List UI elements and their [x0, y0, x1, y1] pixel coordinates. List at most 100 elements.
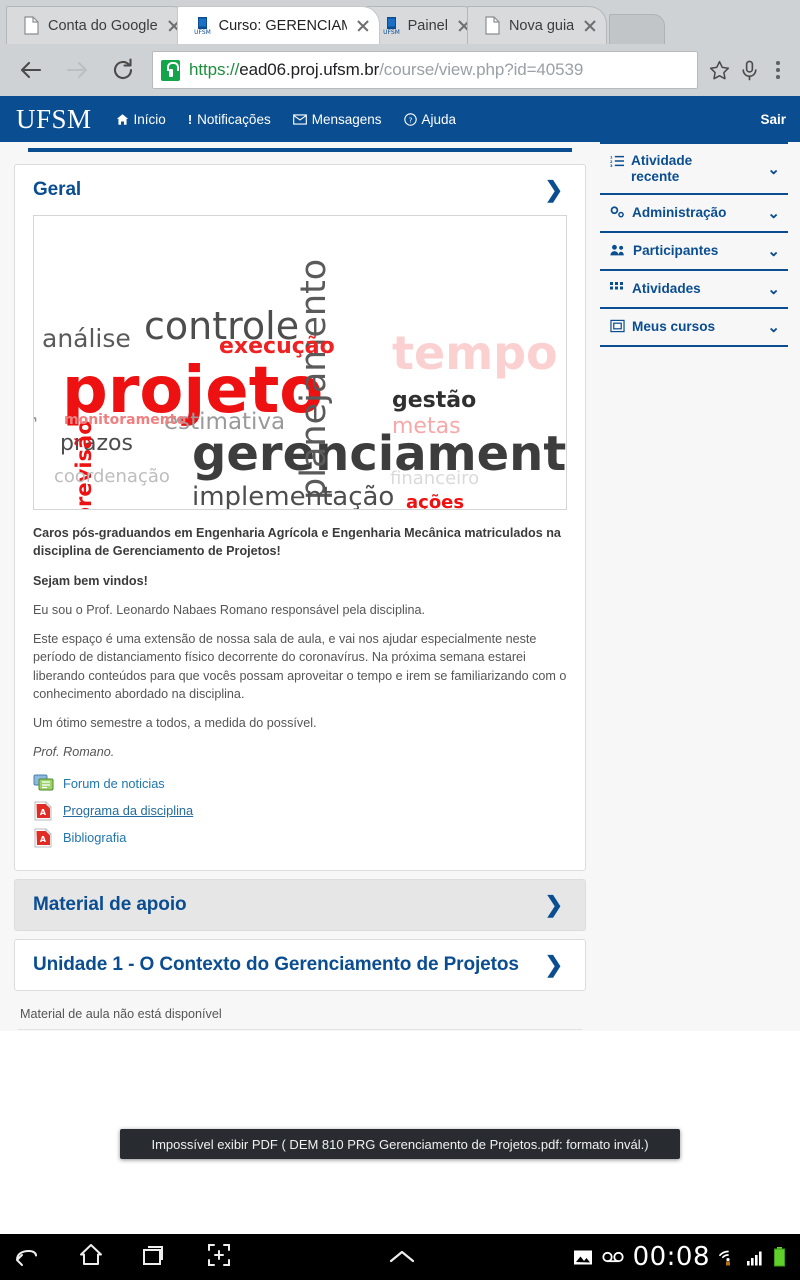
recents-icon[interactable] — [142, 1242, 168, 1273]
wordcloud-word: análise — [42, 324, 131, 353]
voicemail-icon — [601, 1251, 624, 1263]
wordcloud-word: monitoramento — [64, 412, 186, 428]
svg-text:A: A — [40, 835, 47, 844]
home-icon[interactable] — [78, 1242, 104, 1273]
nav-item-inicio[interactable]: Início — [116, 112, 166, 127]
tab-strip: Conta do Google UFSM Curso: GERENCIAM UF… — [0, 0, 800, 44]
address-bar[interactable]: https://ead06.proj.ufsm.br/course/view.p… — [152, 51, 698, 89]
section-divider-top — [28, 148, 572, 152]
section-title: Unidade 1 - O Contexto do Gerenciamento … — [33, 953, 519, 975]
tab-title: Painel — [407, 17, 448, 34]
nav-item-ajuda[interactable]: ? Ajuda — [403, 112, 456, 127]
section-header[interactable]: Unidade 1 - O Contexto do Gerenciamento … — [15, 940, 585, 990]
unavailable-item: Material de aula não está disponível — [18, 999, 582, 1030]
envelope-icon — [292, 113, 307, 125]
chevron-down-icon[interactable]: ⌄ — [767, 242, 780, 260]
android-navigation-bar: 00:08 — [0, 1234, 800, 1280]
grid-icon — [610, 282, 623, 290]
page-icon — [485, 16, 500, 35]
chevron-down-icon[interactable]: ⌄ — [767, 318, 780, 336]
nav-item-notificacoes[interactable]: ! Notificações — [188, 112, 271, 127]
microphone-icon[interactable] — [734, 59, 764, 82]
wordcloud-word: tempo — [392, 326, 558, 380]
pdf-error-toast: Impossível exibir PDF ( DEM 810 PRG Gere… — [120, 1129, 680, 1159]
tab-title: Curso: GERENCIAM — [218, 17, 347, 34]
resource-link[interactable]: Forum de noticias — [63, 776, 165, 791]
site-header: UFSM Início ! Notificações Mensagens ? A… — [0, 96, 800, 142]
svg-text:UFSM: UFSM — [383, 29, 400, 35]
wordcloud-word: implementação — [192, 482, 395, 510]
resource-link[interactable]: Programa da disciplina — [63, 803, 193, 818]
screenshot-icon[interactable] — [206, 1242, 232, 1273]
browser-tab[interactable]: UFSM Painel — [365, 6, 481, 44]
nav-item-mensagens[interactable]: Mensagens — [292, 112, 382, 127]
sidebar-block-header[interactable]: Administração ⌄ — [600, 195, 788, 231]
chevron-down-icon[interactable]: ⌄ — [767, 280, 780, 298]
ufsm-logo[interactable]: UFSM — [16, 105, 92, 133]
chevron-down-icon[interactable]: ⌄ — [767, 160, 780, 178]
bookmark-star-icon[interactable] — [704, 59, 734, 82]
url-host: ead06.proj.ufsm.br — [239, 60, 380, 79]
sidebar-block-header[interactable]: Participantes ⌄ — [600, 233, 788, 269]
chevron-down-icon[interactable]: ⌄ — [767, 204, 780, 222]
resource-item[interactable]: A Programa da disciplina — [33, 800, 567, 822]
logout-link[interactable]: Sair — [760, 112, 786, 127]
url-path: /course/view.php?id=40539 — [379, 60, 584, 79]
sidebar-block-header[interactable]: 123 Atividade recente ⌄ — [600, 144, 788, 193]
toast-message: Impossível exibir PDF ( DEM 810 PRG Gere… — [151, 1136, 649, 1152]
browser-tab[interactable]: Nova guia — [466, 6, 608, 44]
android-expand-area[interactable] — [232, 1248, 573, 1266]
svg-text:2: 2 — [610, 160, 613, 164]
wordcloud-word: prazos — [60, 431, 133, 456]
intro-paragraph: Um ótimo semestre a todos, a medida do p… — [33, 716, 317, 730]
new-tab-button[interactable] — [609, 14, 666, 44]
android-status-area: 00:08 — [573, 1242, 786, 1272]
sidebar-block-label-wrap: Participantes — [610, 243, 718, 259]
chevron-right-icon[interactable]: ❯ — [545, 893, 567, 916]
main-column: Geral ❯ projeto gerenciamento controle p… — [0, 142, 600, 1031]
svg-text:3: 3 — [610, 164, 613, 168]
image-icon — [573, 1250, 592, 1264]
sidebar-block-administracao: Administração ⌄ — [600, 193, 788, 231]
url-scheme: https:// — [189, 60, 240, 79]
ufsm-icon: UFSM — [194, 17, 211, 35]
intro-paragraph: Eu sou o Prof. Leonardo Nabaes Romano re… — [33, 602, 426, 617]
section-header[interactable]: Material de apoio ❯ — [15, 880, 585, 930]
wordcloud-word: gestão — [392, 388, 477, 413]
pdf-icon: A — [33, 801, 55, 821]
resource-item[interactable]: A Bibliografia — [33, 827, 567, 849]
sidebar-block-label-wrap: 123 Atividade recente — [610, 153, 743, 184]
wordcloud-image: projeto gerenciamento controle planejame… — [33, 215, 567, 510]
question-circle-icon: ? — [403, 112, 417, 126]
browser-menu-button[interactable] — [764, 61, 792, 79]
close-icon[interactable] — [580, 16, 600, 36]
wordcloud-word: execução — [219, 334, 335, 359]
wordcloud-word: otimização — [33, 387, 38, 507]
tab-title: Nova guia — [508, 17, 575, 34]
back-button[interactable] — [8, 47, 54, 93]
sidebar-block-atividades: Atividades ⌄ — [600, 269, 788, 307]
svg-text:?: ? — [408, 115, 412, 124]
section-title: Material de apoio — [33, 893, 187, 915]
sidebar-block-header[interactable]: Atividades ⌄ — [600, 271, 788, 307]
chevron-right-icon[interactable]: ❯ — [545, 953, 567, 976]
resource-item[interactable]: Forum de noticias — [33, 773, 567, 795]
sidebar-block-header[interactable]: Meus cursos ⌄ — [600, 309, 788, 345]
section-title: Geral — [33, 179, 82, 200]
reload-button[interactable] — [100, 47, 146, 93]
forward-button[interactable] — [54, 47, 100, 93]
signal-icon — [747, 1251, 762, 1266]
back-icon[interactable] — [14, 1242, 40, 1273]
browser-tab[interactable]: UFSM Curso: GERENCIAM — [176, 6, 380, 44]
resource-link[interactable]: Bibliografia — [63, 830, 126, 845]
section-header[interactable]: Geral ❯ — [15, 165, 585, 215]
chevron-up-icon[interactable] — [388, 1248, 416, 1266]
forum-icon — [33, 774, 55, 794]
browser-tab[interactable]: Conta do Google — [6, 6, 191, 44]
browser-chrome: Conta do Google UFSM Curso: GERENCIAM UF… — [0, 0, 800, 96]
chevron-right-icon[interactable]: ❯ — [545, 179, 567, 201]
sidebar-block-label: Atividades — [632, 281, 701, 297]
list-ol-icon: 123 — [610, 155, 624, 168]
close-icon[interactable] — [353, 16, 373, 36]
frame-icon — [610, 320, 625, 333]
